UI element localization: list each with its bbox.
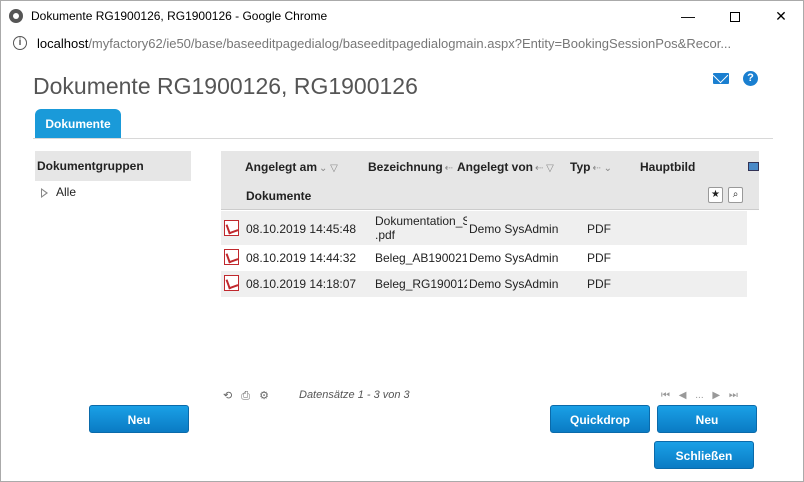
info-icon[interactable]: i <box>13 36 27 50</box>
pager: ⏮ ◀ ... ▶ ⏭ <box>661 390 744 401</box>
column-header-created[interactable]: Angelegt am ⌄ ▽ <box>245 160 338 174</box>
expand-triangle-icon[interactable] <box>41 187 48 198</box>
documents-grid: Angelegt am ⌄ ▽ Bezeichnung ⇠ Angelegt von… <box>221 151 759 297</box>
url-text[interactable]: localhost/myfactory62/ie50/base/baseedit… <box>37 36 731 51</box>
grid-footer-tools: ⟲ ⎙ ⚙ <box>223 389 275 403</box>
url-host: localhost <box>37 36 89 51</box>
prev-page-icon[interactable]: ◀ <box>679 390 687 401</box>
close-window-button[interactable]: ✕ <box>758 1 804 31</box>
tab-divider <box>33 138 773 139</box>
tree-item-label: Alle <box>56 185 77 199</box>
settings-icon[interactable]: ⚙ <box>259 390 269 402</box>
cell-created: 08.10.2019 14:44:32 <box>246 251 357 265</box>
quickdrop-button[interactable]: Quickdrop <box>550 405 650 433</box>
cell-type: PDF <box>587 251 611 265</box>
sort-filter-icon: ⌄ ▽ <box>319 163 338 174</box>
url-path: /myfactory62/ie50/base/baseeditpagedialo… <box>88 36 732 51</box>
new-group-button[interactable]: Neu <box>89 405 189 433</box>
cell-created: 08.10.2019 14:18:07 <box>246 277 357 291</box>
column-header-name[interactable]: Bezeichnung ⇠ <box>368 160 453 174</box>
star-button[interactable]: ★ <box>708 187 723 203</box>
next-page-icon[interactable]: ▶ <box>712 390 720 401</box>
cell-name-line2: .pdf <box>375 228 396 242</box>
sort-filter-icon: ⇠ ⌄ <box>592 163 612 174</box>
maximize-icon <box>730 12 740 23</box>
sort-filter-icon: ⇠ ▽ <box>535 163 554 174</box>
cell-type: PDF <box>587 222 611 236</box>
cell-created: 08.10.2019 14:45:48 <box>246 222 357 236</box>
cell-name: Beleg_RG190012 <box>375 277 467 291</box>
last-page-icon[interactable]: ⏭ <box>729 390 738 401</box>
grid-subheader-row: Dokumente ★ ⌕ <box>221 182 759 210</box>
grid-header-row: Angelegt am ⌄ ▽ Bezeichnung ⇠ Angelegt von… <box>221 151 759 182</box>
help-icon[interactable]: ? <box>743 71 758 86</box>
column-header-creator[interactable]: Angelegt von ⇠ ▽ <box>457 160 554 174</box>
refresh-icon[interactable]: ⟲ <box>223 390 232 402</box>
pdf-icon <box>224 275 239 291</box>
cell-name: Beleg_AB190021 <box>375 251 467 265</box>
column-header-documents: Dokumente <box>246 189 312 203</box>
window-title: Dokumente RG1900126, RG1900126 - Google … <box>31 9 328 23</box>
close-button[interactable]: Schließen <box>654 441 754 469</box>
cell-name: Dokumentation_S <box>375 214 467 228</box>
minimize-button[interactable]: — <box>665 1 711 31</box>
address-bar[interactable]: i localhost/myfactory62/ie50/base/baseed… <box>0 30 804 58</box>
first-page-icon[interactable]: ⏮ <box>661 390 670 401</box>
page-title: Dokumente RG1900126, RG1900126 <box>33 73 418 99</box>
mail-icon[interactable] <box>713 73 729 84</box>
table-row[interactable]: 08.10.2019 14:44:32 Beleg_AB190021 Demo … <box>221 245 747 271</box>
document-groups-panel: Dokumentgruppen Alle <box>35 151 191 203</box>
search-button[interactable]: ⌕ <box>728 187 743 203</box>
tab-dokumente[interactable]: Dokumente <box>35 109 121 139</box>
sort-icon: ⇠ <box>444 163 454 174</box>
pdf-icon <box>224 249 239 265</box>
cell-creator: Demo SysAdmin <box>469 222 559 236</box>
export-icon[interactable] <box>748 162 759 171</box>
print-icon[interactable]: ⎙ <box>241 390 250 402</box>
dialog-content: Dokumente RG1900126, RG1900126 ? Dokumen… <box>0 58 804 482</box>
cell-creator: Demo SysAdmin <box>469 277 559 291</box>
new-document-button[interactable]: Neu <box>657 405 757 433</box>
tree-item-alle[interactable]: Alle <box>35 181 191 203</box>
chrome-icon <box>9 9 23 23</box>
cell-type: PDF <box>587 277 611 291</box>
column-header-type[interactable]: Typ ⇠ ⌄ <box>570 160 612 174</box>
pdf-icon <box>224 220 239 236</box>
sidebar-header: Dokumentgruppen <box>35 151 191 181</box>
maximize-button[interactable] <box>712 1 758 31</box>
window-titlebar: Dokumente RG1900126, RG1900126 - Google … <box>0 0 804 30</box>
cell-creator: Demo SysAdmin <box>469 251 559 265</box>
record-count: Datensätze 1 - 3 von 3 <box>299 389 410 401</box>
page-ellipsis: ... <box>695 390 704 401</box>
table-row[interactable]: 08.10.2019 14:45:48 Dokumentation_S .pdf… <box>221 211 747 245</box>
column-header-main-image[interactable]: Hauptbild <box>640 160 695 174</box>
table-row[interactable]: 08.10.2019 14:18:07 Beleg_RG190012 Demo … <box>221 271 747 297</box>
